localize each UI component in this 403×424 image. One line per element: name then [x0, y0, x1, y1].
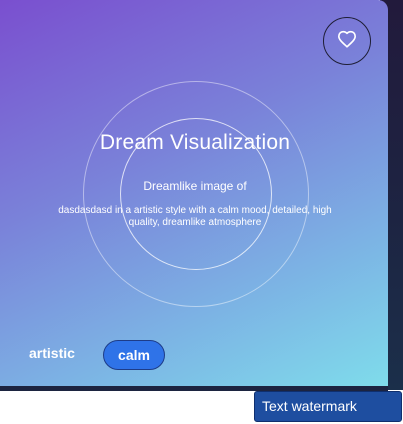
card-subtitle: Dreamlike image of	[143, 179, 247, 193]
card-title: Dream Visualization	[99, 131, 291, 154]
card-description: dasdasdasd in a artistic style with a ca…	[58, 205, 332, 228]
tag-artistic[interactable]: artistic	[29, 345, 75, 361]
favorite-button[interactable]	[323, 17, 371, 65]
heart-icon	[337, 30, 357, 53]
tag-calm[interactable]: calm	[103, 340, 165, 370]
dream-card: Dream Visualization Dreamlike image of d…	[0, 0, 388, 386]
text-watermark: Text watermark	[254, 391, 402, 422]
